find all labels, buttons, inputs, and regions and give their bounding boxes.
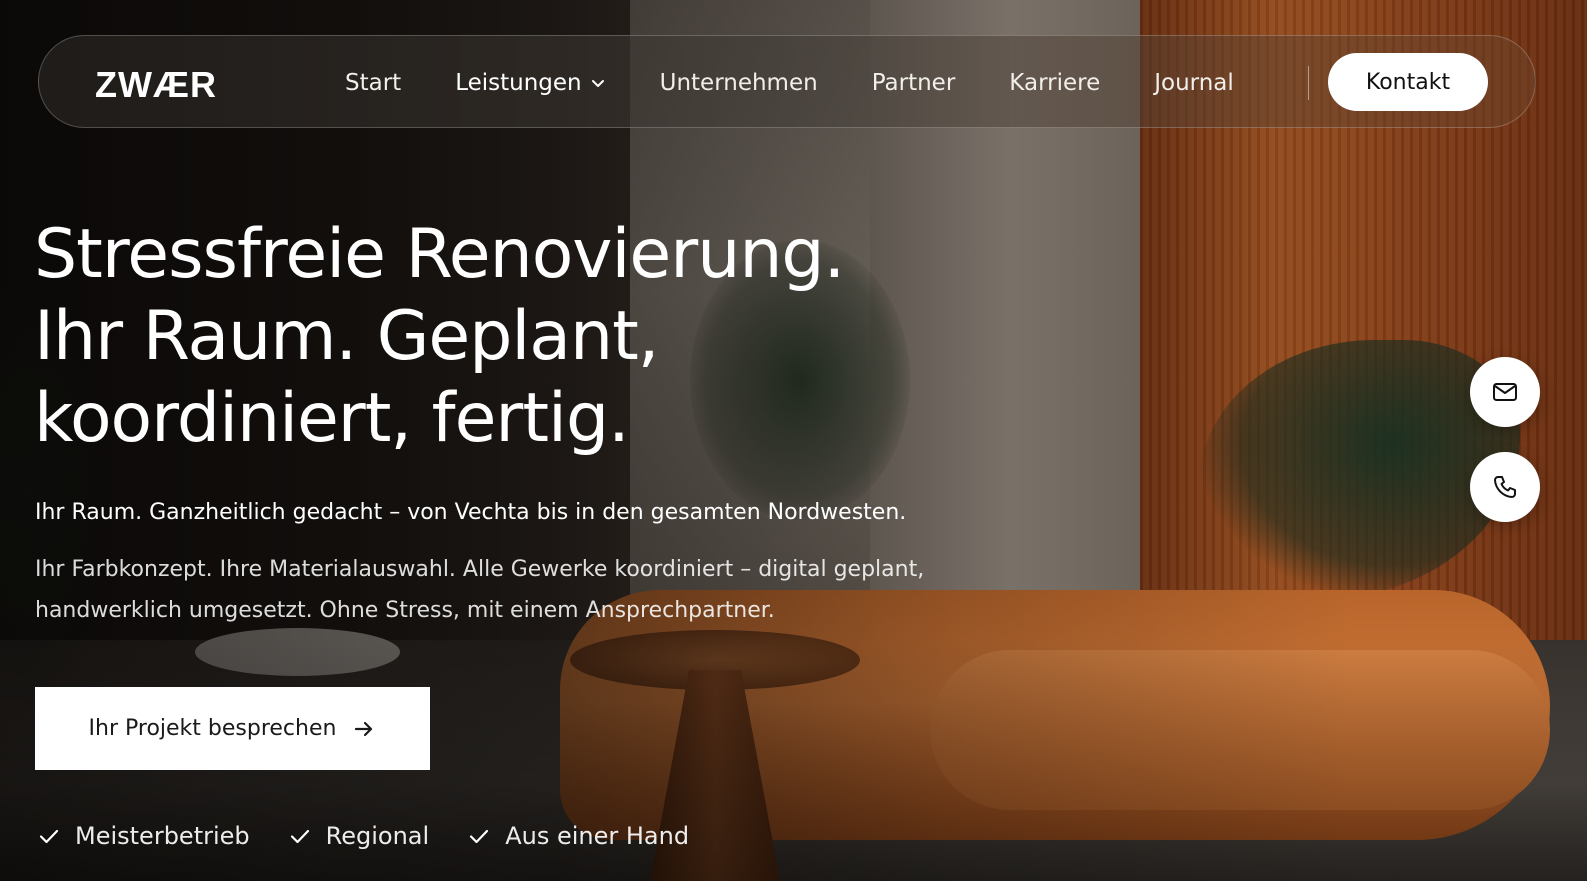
- hero-title-line: Stressfreie Renovierung.: [34, 215, 845, 294]
- hero-subtitle: Ihr Raum. Ganzheitlich gedacht – von Vec…: [35, 500, 907, 525]
- feature-label: Meisterbetrieb: [75, 822, 250, 850]
- phone-button[interactable]: [1470, 452, 1540, 522]
- hero-title: Stressfreie Renovierung. Ihr Raum. Gepla…: [34, 214, 994, 460]
- feature-item: Meisterbetrieb: [37, 822, 250, 850]
- nav-item-label: Unternehmen: [659, 69, 818, 96]
- contact-button[interactable]: Kontakt: [1328, 53, 1488, 111]
- nav-item-label: Leistungen: [455, 69, 582, 96]
- feature-list: Meisterbetrieb Regional Aus einer Hand: [37, 818, 727, 854]
- nav-item-karriere[interactable]: Karriere: [1009, 70, 1100, 96]
- nav-item-label: Partner: [871, 69, 956, 96]
- nav-item-label: Start: [345, 69, 402, 96]
- cta-label: Ihr Projekt besprechen: [88, 716, 337, 741]
- nav-divider: [1308, 66, 1309, 100]
- nav-item-leistungen[interactable]: Leistungen: [455, 70, 605, 96]
- nav-item-partner[interactable]: Partner: [872, 70, 956, 96]
- feature-label: Regional: [325, 822, 430, 850]
- feature-item: Regional: [288, 822, 430, 850]
- hero-description: Ihr Farbkonzept. Ihre Materialauswahl. A…: [35, 549, 1035, 631]
- nav-item-label: Karriere: [1009, 69, 1101, 96]
- hero-description-line: handwerklich umgesetzt. Ohne Stress, mit…: [35, 598, 775, 623]
- nav-item-label: Journal: [1154, 69, 1234, 96]
- check-icon: [37, 824, 61, 848]
- mail-icon: [1491, 378, 1519, 406]
- phone-icon: [1491, 473, 1519, 501]
- feature-label: Aus einer Hand: [505, 822, 690, 850]
- arrow-right-icon: [352, 717, 376, 741]
- email-button[interactable]: [1470, 357, 1540, 427]
- discuss-project-button[interactable]: Ihr Projekt besprechen: [35, 687, 430, 770]
- check-icon: [467, 824, 491, 848]
- brand-logo[interactable]: ZWÆR: [95, 64, 217, 106]
- check-icon: [288, 824, 312, 848]
- nav-links: Start Leistungen Unternehmen Partner Kar…: [345, 36, 1288, 129]
- hero-title-line: Ihr Raum. Geplant,: [34, 297, 659, 376]
- nav-item-start[interactable]: Start: [345, 70, 401, 96]
- feature-item: Aus einer Hand: [467, 822, 689, 850]
- hero-title-line: koordiniert, fertig.: [34, 379, 630, 458]
- main-navbar: ZWÆR Start Leistungen Unternehmen Partne…: [38, 35, 1536, 128]
- chevron-down-icon: [590, 75, 606, 91]
- nav-item-unternehmen[interactable]: Unternehmen: [660, 70, 818, 96]
- hero-description-line: Ihr Farbkonzept. Ihre Materialauswahl. A…: [35, 557, 925, 582]
- nav-item-journal[interactable]: Journal: [1154, 70, 1234, 96]
